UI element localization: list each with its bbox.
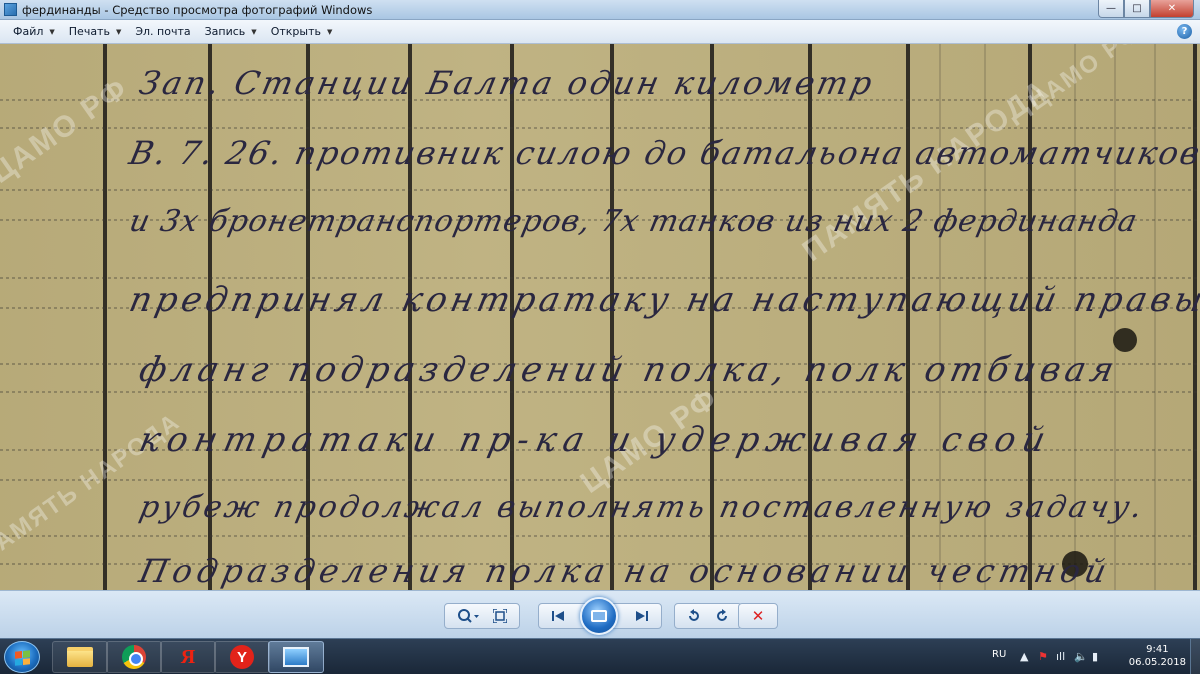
taskbar-photo-viewer[interactable] [268,641,324,673]
yandex-browser-icon: Y [230,645,254,669]
actual-size-icon[interactable] [489,606,511,626]
photo-viewer-icon [4,3,17,16]
slideshow-button[interactable] [580,597,618,635]
menu-open[interactable]: Открыть ▼ [264,25,340,38]
menu-print[interactable]: Печать ▼ [62,25,129,38]
power-icon[interactable]: ▮ [1092,650,1098,663]
volume-icon[interactable]: 🔈 [1074,650,1088,663]
folder-icon [67,647,93,667]
maximize-button[interactable]: □ [1124,0,1150,18]
rotate-group [674,603,742,629]
minimize-button[interactable]: — [1098,0,1124,18]
taskbar-chrome[interactable] [106,641,162,673]
taskbar-yandex[interactable]: Я [160,641,216,673]
chevron-down-icon: ▼ [326,27,333,36]
rotate-left-icon[interactable] [683,606,705,626]
help-icon[interactable]: ? [1177,24,1192,39]
slideshow-icon [591,610,607,622]
next-icon[interactable] [631,606,653,626]
handwritten-line: Подразделения полка на основании честной [135,552,1115,590]
action-center-icon[interactable]: ⚑ [1038,650,1048,663]
menu-file[interactable]: Файл ▼ [6,25,62,38]
window-title: фердинанды - Средство просмотра фотограф… [22,3,373,17]
clock-date: 06.05.2018 [1128,657,1186,668]
zoom-icon[interactable] [453,606,483,626]
windows-logo-icon [15,650,30,666]
tray-expand-icon[interactable]: ▲ [1020,650,1028,663]
chrome-icon [122,645,146,669]
system-tray: RU ▲ ⚑ ıll 🔈 ▮ 9:41 06.05.2018 [980,639,1200,674]
show-desktop-button[interactable] [1190,639,1200,674]
menu-burn[interactable]: Запись ▼ [198,25,264,38]
clock[interactable]: 9:41 06.05.2018 [1129,643,1186,669]
clock-time: 9:41 [1146,644,1169,655]
chevron-down-icon: ▼ [251,27,257,36]
delete-group: ✕ [738,603,778,629]
title-bar: фердинанды - Средство просмотра фотограф… [0,0,1200,20]
handwritten-line: контратаки пр-ка и удерживая свой [135,420,1056,460]
language-indicator[interactable]: RU [992,649,1006,660]
zoom-group [444,603,520,629]
menu: Файл ▼ Печать ▼ Эл. почта Запись ▼ Открыть ▼ [6,25,339,38]
chevron-down-icon: ▼ [49,27,55,36]
close-button[interactable]: ✕ [1150,0,1194,18]
handwritten-line: Зап. Станции Балта один километр [135,64,879,102]
menu-email[interactable]: Эл. почта [128,25,197,38]
previous-icon[interactable] [547,606,569,626]
delete-icon[interactable]: ✕ [747,606,769,626]
taskbar-yandex-browser[interactable]: Y [214,641,270,673]
taskbar-explorer[interactable] [52,641,108,673]
chevron-down-icon: ▼ [115,27,122,36]
photo-viewer-icon [283,647,309,667]
handwritten-line: рубеж продолжал выполнять поставленную з… [136,490,1149,525]
punch-hole [1113,328,1137,352]
handwritten-line: и 3х бронетранспортеров, 7х танков из ни… [126,204,1141,239]
handwritten-line: В. 7. 26. противник силою до батальона а… [125,134,1200,172]
yandex-icon: Я [180,645,196,668]
taskbar: Я Y RU ▲ ⚑ ıll 🔈 ▮ 9:41 06.05.2018 [0,638,1200,674]
menu-bar: Файл ▼ Печать ▼ Эл. почта Запись ▼ Открыть ▼… [0,20,1200,44]
rotate-right-icon[interactable] [711,606,733,626]
start-button[interactable] [4,641,40,673]
window-controls: — □ ✕ [1098,0,1194,18]
handwritten-line: предпринял контратаку на наступающий пра… [125,280,1200,320]
photo-canvas[interactable]: ЦАМО РФ ПАМЯТЬ НАРОДА ЦАМО РФ ПАМЯТЬ НАР… [0,44,1200,590]
handwritten-line: фланг подразделений полка, полк отбивая [135,350,1123,390]
signal-icon[interactable]: ıll [1056,650,1065,663]
